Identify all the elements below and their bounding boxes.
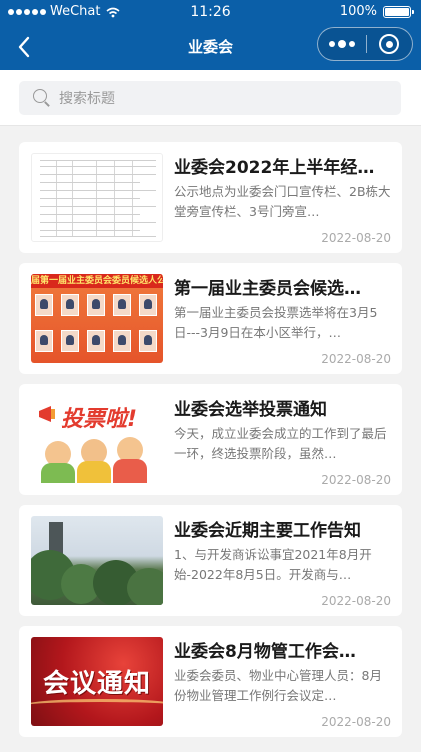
thumbnail-banner-text: 届第一届业主委员会委员候选人公 (31, 274, 163, 288)
article-thumbnail-candidates: 届第一届业主委员会委员候选人公 (31, 274, 163, 363)
article-card[interactable]: 投票啦! 业委会选举投票通知 今天，成立业委会成立的工作到了最后一环，终选投票阶… (19, 384, 402, 495)
navigation-bar: 业委会 (0, 24, 421, 70)
megaphone-icon (39, 406, 55, 422)
article-summary: 今天，成立业委会成立的工作到了最后一环，终选投票阶段，虽然… (174, 426, 387, 461)
article-card[interactable]: 业委会2022年上半年经… 公示地点为业委会门口宣传栏、2B栋大堂旁宣传栏、3号… (19, 142, 402, 253)
search-placeholder: 搜索标题 (59, 91, 115, 107)
article-summary: 1、与开发商诉讼事宜2021年8月开始-2022年8月5日。开发商与… (174, 547, 372, 582)
status-right: 100% (339, 0, 414, 24)
article-title: 业委会8月物管工作会… (174, 642, 356, 662)
article-title: 第一届业主委员会候选… (174, 279, 361, 299)
article-thumbnail-park (31, 516, 163, 605)
article-date: 2022-08-20 (321, 352, 391, 366)
article-card[interactable]: 业委会近期主要工作告知 1、与开发商诉讼事宜2021年8月开始-2022年8月5… (19, 505, 402, 616)
close-button[interactable] (366, 28, 412, 60)
more-dots-icon (328, 41, 335, 47)
article-date: 2022-08-20 (321, 594, 391, 608)
article-card[interactable]: 会议通知 业委会8月物管工作会… 业委会委员、物业中心管理人员：8月份物业管理工… (19, 626, 402, 737)
article-summary: 业委会委员、物业中心管理人员：8月份物业管理工作例行会议定… (174, 668, 382, 703)
chevron-left-icon (18, 36, 30, 58)
search-icon (33, 89, 51, 107)
status-bar: WeChat 11:26 100% (0, 0, 421, 24)
article-list: 业委会2022年上半年经… 公示地点为业委会门口宣传栏、2B栋大堂旁宣传栏、3号… (0, 126, 421, 752)
back-button[interactable] (10, 32, 38, 62)
article-date: 2022-08-20 (321, 473, 391, 487)
article-date: 2022-08-20 (321, 231, 391, 245)
article-date: 2022-08-20 (321, 715, 391, 729)
thumbnail-meeting-text: 会议通知 (42, 669, 151, 699)
article-summary: 公示地点为业委会门口宣传栏、2B栋大堂旁宣传栏、3号门旁宣… (174, 184, 391, 219)
more-button[interactable] (318, 28, 366, 60)
article-summary: 第一届业主委员会投票选举将在3月5日---3月9日在本小区举行，… (174, 305, 378, 340)
search-bar: 搜索标题 (0, 70, 421, 126)
article-thumbnail-document (31, 153, 163, 242)
article-card[interactable]: 届第一届业主委员会委员候选人公 第一届业主委员会候选… 第一届业主委员会投票选举… (19, 263, 402, 374)
search-input[interactable]: 搜索标题 (19, 81, 401, 115)
mini-program-capsule (317, 27, 413, 61)
article-thumbnail-meeting: 会议通知 (31, 637, 163, 726)
thumbnail-vote-text: 投票啦! (61, 407, 138, 432)
close-circle-icon (379, 34, 400, 54)
article-title: 业委会近期主要工作告知 (174, 521, 361, 541)
article-title: 业委会2022年上半年经… (174, 158, 375, 178)
article-thumbnail-vote: 投票啦! (31, 395, 163, 484)
battery-icon (383, 6, 414, 18)
article-title: 业委会选举投票通知 (174, 400, 327, 420)
battery-percent: 100% (339, 4, 377, 19)
top-bar: WeChat 11:26 100% 业委会 (0, 0, 421, 70)
